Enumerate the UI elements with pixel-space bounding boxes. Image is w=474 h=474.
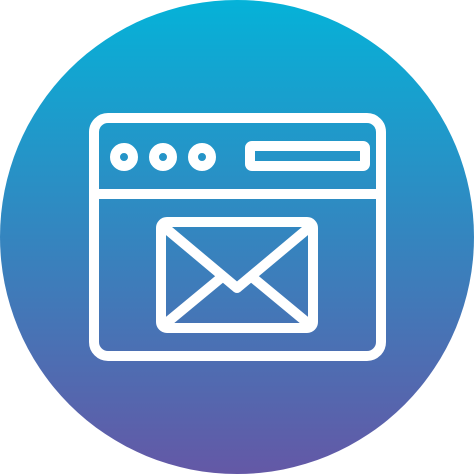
- badge-circle: [0, 0, 474, 474]
- browser-mail-icon: [0, 0, 474, 474]
- icon-stage: [0, 0, 474, 474]
